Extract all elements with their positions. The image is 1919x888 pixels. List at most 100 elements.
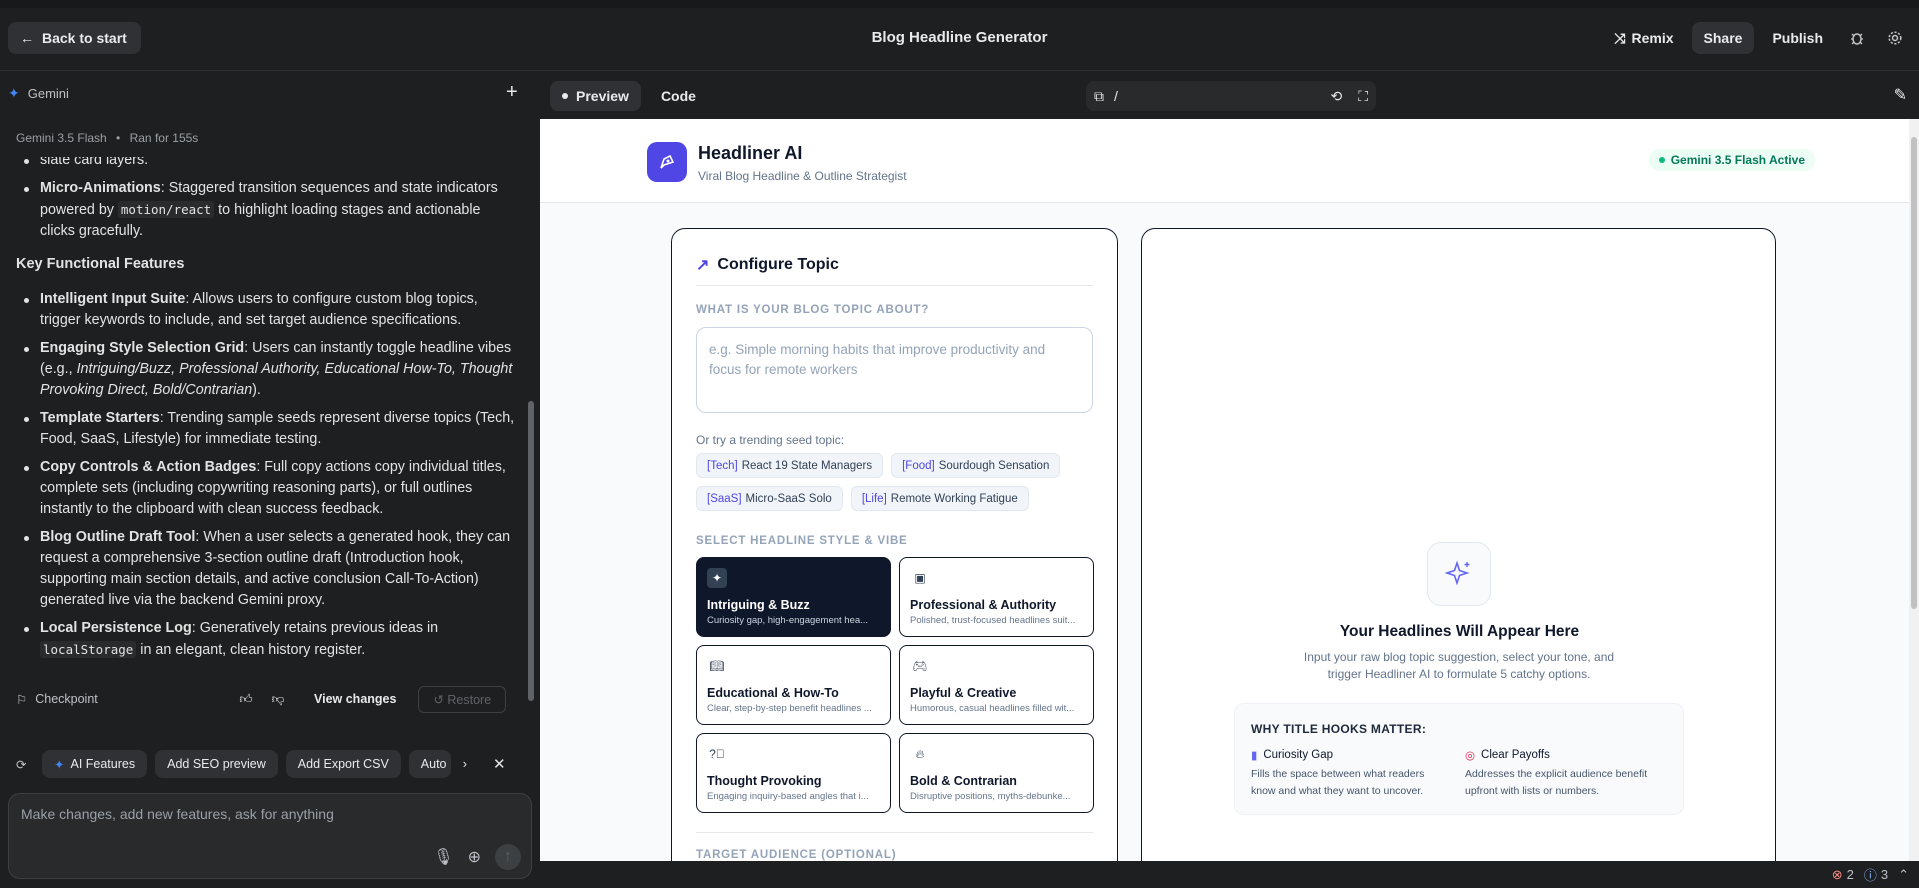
- style-option-intriguing[interactable]: ✦ Intriguing & Buzz Curiosity gap, high-…: [696, 557, 891, 637]
- chip-label: AI Features: [70, 757, 136, 771]
- divider: [696, 832, 1093, 833]
- app-preview: Headliner AI Viral Blog Headline & Outli…: [540, 119, 1909, 861]
- configure-card: ↗ Configure Topic WHAT IS YOUR BLOG TOPI…: [671, 228, 1118, 861]
- style-option-thought[interactable]: ?⃝ Thought Provoking Engaging inquiry-ba…: [696, 733, 891, 813]
- why-text: Fills the space between what readers kno…: [1251, 768, 1425, 797]
- publish-button[interactable]: Publish: [1760, 22, 1835, 54]
- tab-preview[interactable]: Preview: [550, 81, 641, 111]
- error-count: 2: [1846, 867, 1854, 882]
- trending-up-icon: ↗: [696, 257, 710, 274]
- view-changes-button[interactable]: View changes: [314, 692, 396, 706]
- back-to-start-button[interactable]: ← Back to start: [8, 22, 141, 54]
- seed-label: Or try a trending seed topic:: [696, 433, 845, 447]
- send-button[interactable]: ↑: [495, 844, 521, 870]
- prompt-input[interactable]: [21, 806, 501, 822]
- seed-chip[interactable]: [SaaS] Micro-SaaS Solo: [696, 486, 843, 511]
- arrow-left-icon: ←: [20, 30, 34, 46]
- settings-gear-icon[interactable]: [1879, 22, 1911, 54]
- chip-seo-preview[interactable]: Add SEO preview: [155, 750, 278, 778]
- seed-chip[interactable]: [Tech] React 19 State Managers: [696, 453, 884, 478]
- section-heading: Key Functional Features: [16, 256, 185, 272]
- url-path: /: [1114, 88, 1118, 104]
- chat-panel: ✦ Gemini + Gemini 3.5 Flash • Ran for 15…: [0, 71, 540, 888]
- new-chat-plus-icon[interactable]: +: [506, 81, 518, 104]
- add-circle-icon[interactable]: ⊕: [468, 847, 481, 867]
- app-header: Headliner AI Viral Blog Headline & Outli…: [540, 119, 1909, 203]
- microphone-icon[interactable]: 🎙︎: [433, 847, 453, 867]
- flame-icon: 🔥︎: [915, 746, 925, 761]
- restore-button[interactable]: ↺ Restore: [418, 685, 507, 713]
- configure-title: ↗ Configure Topic: [696, 255, 839, 275]
- refresh-suggestions-icon[interactable]: ⟳: [16, 757, 34, 772]
- thumbs-down-icon[interactable]: 👎︎: [268, 692, 288, 707]
- remix-icon: ⤨: [1614, 29, 1626, 46]
- status-badge: Gemini 3.5 Flash Active: [1648, 149, 1815, 171]
- style-name: Bold & Contrarian: [910, 774, 1017, 788]
- list-item: Intelligent Input Suite: Allows users to…: [16, 289, 516, 331]
- console-status-bar: ⊗ 2 ⓘ 3 ⌃: [540, 861, 1919, 888]
- chip-export-csv[interactable]: Add Export CSV: [285, 750, 401, 778]
- info-count: 3: [1880, 867, 1889, 882]
- style-option-bold[interactable]: 🔥︎ Bold & Contrarian Disruptive position…: [899, 733, 1094, 813]
- model-version: Gemini 3.5 Flash: [16, 131, 107, 145]
- item-title: Intelligent Input Suite: [40, 291, 186, 307]
- fullscreen-icon[interactable]: ⛶: [1358, 88, 1368, 105]
- style-option-playful[interactable]: 🎮︎ Playful & Creative Humorous, casual h…: [899, 645, 1094, 725]
- seed-text: Sourdough Sensation: [938, 459, 1050, 472]
- topic-input[interactable]: e.g. Simple morning habits that improve …: [696, 327, 1093, 413]
- seed-text: React 19 State Managers: [741, 459, 873, 472]
- preview-scrollbar[interactable]: [1909, 119, 1919, 861]
- run-meta: Gemini 3.5 Flash • Ran for 155s: [16, 131, 198, 145]
- configure-title-text: Configure Topic: [717, 256, 839, 273]
- chip-auto[interactable]: Auto: [408, 750, 451, 778]
- item-italic: Intriguing/Buzz, Professional Authority,…: [40, 361, 513, 398]
- close-icon[interactable]: ✕: [493, 755, 506, 773]
- style-desc: Humorous, casual headlines filled wit...: [910, 703, 1075, 714]
- chevron-up-icon[interactable]: ⌃: [1898, 867, 1909, 883]
- item-title: Template Starters: [40, 410, 160, 426]
- remix-button[interactable]: ⤨ Remix: [1602, 22, 1685, 54]
- chat-scrollbar[interactable]: [528, 401, 534, 701]
- seed-text: Remote Working Fatigue: [890, 492, 1018, 505]
- list-item: Copy Controls & Action Badges: Full copy…: [16, 457, 516, 520]
- inline-code: localStorage: [40, 641, 137, 658]
- url-bar[interactable]: ⧉ / ⟲ ⛶: [1086, 81, 1376, 111]
- info-icon: ⓘ: [1863, 868, 1877, 883]
- list-item: Micro-Animations: Staggered transition s…: [16, 178, 516, 242]
- target-icon: ◎: [1465, 750, 1476, 762]
- model-header: ✦ Gemini: [8, 85, 69, 102]
- style-name: Intriguing & Buzz: [707, 598, 810, 612]
- scroll-thumb[interactable]: [1911, 137, 1917, 609]
- run-duration: Ran for 155s: [129, 131, 199, 145]
- topic-label: WHAT IS YOUR BLOG TOPIC ABOUT?: [696, 304, 930, 316]
- chevron-right-icon[interactable]: ›: [463, 757, 467, 771]
- bug-icon[interactable]: [1841, 22, 1873, 54]
- back-to-start-label: Back to start: [42, 30, 127, 46]
- help-circle-icon: ?⃝: [709, 747, 725, 761]
- style-grid: ✦ Intriguing & Buzz Curiosity gap, high-…: [696, 557, 1094, 813]
- error-status[interactable]: ⊗ 2: [1832, 867, 1854, 883]
- style-option-professional[interactable]: ▣ Professional & Authority Polished, tru…: [899, 557, 1094, 637]
- arrow-up-icon: ↑: [504, 848, 512, 865]
- chip-ai-features[interactable]: ✦ AI Features: [42, 750, 148, 778]
- tab-code[interactable]: Code: [649, 81, 708, 111]
- info-status[interactable]: ⓘ 3: [1864, 865, 1888, 884]
- style-option-educational[interactable]: 📖︎ Educational & How-To Clear, step-by-s…: [696, 645, 891, 725]
- preview-panel: Preview Code ⧉ / ⟲ ⛶ ✎ Headliner AI Vira…: [540, 71, 1919, 888]
- thumbs-up-icon[interactable]: 👍︎: [236, 692, 256, 707]
- annotate-pen-icon[interactable]: ✎: [1894, 85, 1907, 105]
- feature-list: Intelligent Input Suite: Allows users to…: [16, 289, 516, 661]
- seed-text: Micro-SaaS Solo: [745, 492, 832, 505]
- remix-label: Remix: [1631, 30, 1674, 46]
- item-text: : Generatively retains previous ideas in: [191, 620, 439, 636]
- style-desc: Clear, step-by-step benefit headlines ..…: [707, 703, 872, 714]
- style-desc: Polished, trust-focused headlines suit..…: [910, 615, 1076, 626]
- why-title: WHY TITLE HOOKS MATTER:: [1251, 722, 1427, 736]
- checkpoint[interactable]: ⚐ Checkpoint: [16, 692, 236, 707]
- status-text: Gemini 3.5 Flash Active: [1670, 153, 1805, 167]
- refresh-icon[interactable]: ⟲: [1330, 88, 1342, 105]
- seed-chip[interactable]: [Life] Remote Working Fatigue: [850, 486, 1029, 511]
- share-button[interactable]: Share: [1691, 22, 1755, 54]
- seed-chip[interactable]: [Food] Sourdough Sensation: [891, 453, 1061, 478]
- device-icon[interactable]: ⧉: [1094, 88, 1104, 105]
